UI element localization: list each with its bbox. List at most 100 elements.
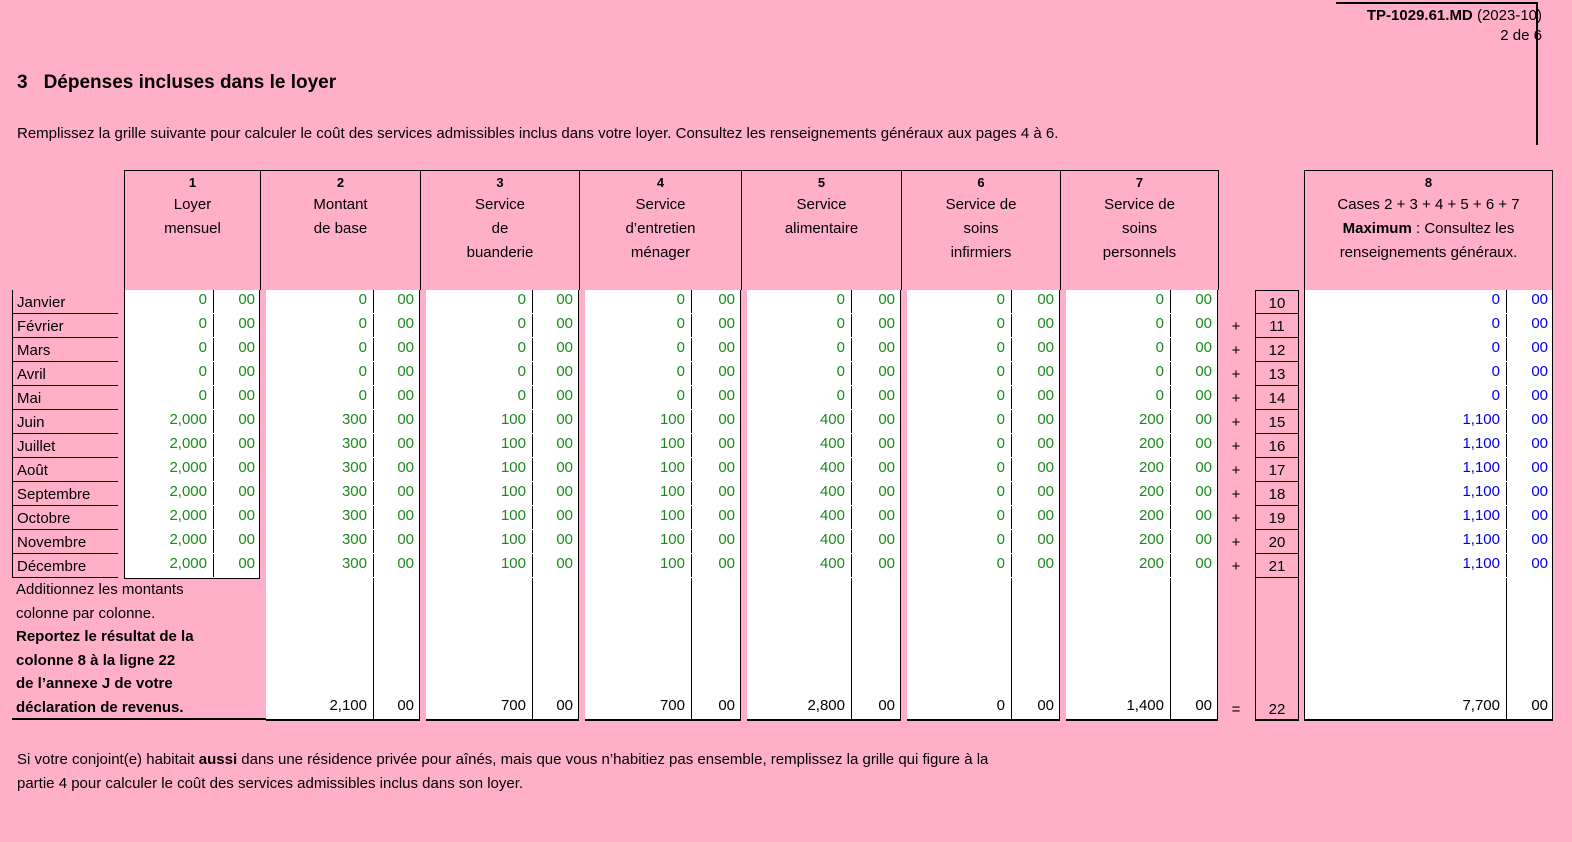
amount-field-col6[interactable]: 0 00 [907, 482, 1060, 507]
amount-field-col6[interactable]: 0 00 [907, 530, 1060, 555]
amount-field-col4[interactable]: 0 00 [585, 386, 741, 411]
amount-field-col7[interactable]: 0 00 [1066, 362, 1218, 387]
amount-field-col2[interactable]: 300 00 [266, 410, 420, 435]
total-field-col8[interactable]: 1,100 00 [1304, 554, 1553, 579]
amount-field-col5[interactable]: 0 00 [747, 290, 901, 315]
amount-field-col3[interactable]: 100 00 [426, 506, 579, 531]
column-total-5[interactable]: 2,800 00 [747, 578, 901, 721]
amount-field-col1[interactable]: 0 00 [124, 362, 260, 387]
total-field-col8[interactable]: 0 00 [1304, 386, 1553, 411]
amount-field-col5[interactable]: 400 00 [747, 410, 901, 435]
amount-field-col4[interactable]: 100 00 [585, 410, 741, 435]
amount-field-col3[interactable]: 0 00 [426, 314, 579, 339]
amount-field-col4[interactable]: 100 00 [585, 506, 741, 531]
column-total-7[interactable]: 1,400 00 [1066, 578, 1218, 721]
amount-field-col7[interactable]: 0 00 [1066, 314, 1218, 339]
amount-field-col1[interactable]: 0 00 [124, 314, 260, 339]
amount-field-col7[interactable]: 200 00 [1066, 530, 1218, 555]
amount-field-col3[interactable]: 0 00 [426, 338, 579, 363]
amount-field-col1[interactable]: 2,000 00 [124, 458, 260, 483]
amount-field-col2[interactable]: 0 00 [266, 290, 420, 315]
amount-field-col2[interactable]: 0 00 [266, 314, 420, 339]
amount-field-col3[interactable]: 100 00 [426, 554, 579, 579]
amount-field-col6[interactable]: 0 00 [907, 386, 1060, 411]
amount-field-col1[interactable]: 2,000 00 [124, 434, 260, 459]
amount-field-col5[interactable]: 0 00 [747, 314, 901, 339]
amount-field-col2[interactable]: 300 00 [266, 530, 420, 555]
amount-field-col3[interactable]: 100 00 [426, 482, 579, 507]
amount-field-col2[interactable]: 0 00 [266, 362, 420, 387]
amount-field-col7[interactable]: 200 00 [1066, 410, 1218, 435]
amount-field-col6[interactable]: 0 00 [907, 506, 1060, 531]
amount-field-col4[interactable]: 100 00 [585, 434, 741, 459]
amount-field-col7[interactable]: 200 00 [1066, 482, 1218, 507]
amount-field-col7[interactable]: 0 00 [1066, 386, 1218, 411]
amount-field-col2[interactable]: 300 00 [266, 554, 420, 579]
amount-field-col3[interactable]: 0 00 [426, 290, 579, 315]
amount-field-col2[interactable]: 300 00 [266, 434, 420, 459]
total-field-col8[interactable]: 1,100 00 [1304, 434, 1553, 459]
amount-field-col6[interactable]: 0 00 [907, 554, 1060, 579]
amount-field-col7[interactable]: 200 00 [1066, 554, 1218, 579]
amount-field-col2[interactable]: 300 00 [266, 482, 420, 507]
amount-field-col6[interactable]: 0 00 [907, 362, 1060, 387]
grand-total-col8[interactable]: 7,700 00 [1304, 578, 1553, 721]
amount-field-col6[interactable]: 0 00 [907, 290, 1060, 315]
amount-field-col5[interactable]: 0 00 [747, 362, 901, 387]
total-field-col8[interactable]: 0 00 [1304, 338, 1553, 363]
amount-field-col4[interactable]: 0 00 [585, 362, 741, 387]
amount-field-col7[interactable]: 0 00 [1066, 290, 1218, 315]
amount-field-col3[interactable]: 0 00 [426, 362, 579, 387]
amount-field-col4[interactable]: 100 00 [585, 530, 741, 555]
total-field-col8[interactable]: 0 00 [1304, 362, 1553, 387]
amount-field-col6[interactable]: 0 00 [907, 314, 1060, 339]
column-total-2[interactable]: 2,100 00 [266, 578, 420, 721]
amount-field-col2[interactable]: 300 00 [266, 458, 420, 483]
amount-field-col1[interactable]: 0 00 [124, 290, 260, 315]
total-field-col8[interactable]: 0 00 [1304, 314, 1553, 339]
amount-field-col4[interactable]: 100 00 [585, 554, 741, 579]
amount-field-col1[interactable]: 2,000 00 [124, 506, 260, 531]
amount-field-col6[interactable]: 0 00 [907, 458, 1060, 483]
amount-field-col1[interactable]: 2,000 00 [124, 530, 260, 555]
amount-field-col7[interactable]: 200 00 [1066, 434, 1218, 459]
amount-field-col5[interactable]: 400 00 [747, 506, 901, 531]
amount-field-col1[interactable]: 2,000 00 [124, 554, 260, 579]
amount-field-col5[interactable]: 400 00 [747, 554, 901, 579]
column-total-3[interactable]: 700 00 [426, 578, 579, 721]
total-field-col8[interactable]: 1,100 00 [1304, 530, 1553, 555]
amount-field-col2[interactable]: 0 00 [266, 386, 420, 411]
amount-field-col3[interactable]: 100 00 [426, 434, 579, 459]
amount-field-col5[interactable]: 400 00 [747, 482, 901, 507]
amount-field-col4[interactable]: 0 00 [585, 314, 741, 339]
amount-field-col5[interactable]: 400 00 [747, 434, 901, 459]
amount-field-col3[interactable]: 100 00 [426, 410, 579, 435]
amount-field-col3[interactable]: 100 00 [426, 458, 579, 483]
column-total-6[interactable]: 0 00 [907, 578, 1060, 721]
amount-field-col1[interactable]: 0 00 [124, 386, 260, 411]
amount-field-col4[interactable]: 100 00 [585, 482, 741, 507]
amount-field-col1[interactable]: 2,000 00 [124, 482, 260, 507]
amount-field-col7[interactable]: 200 00 [1066, 506, 1218, 531]
amount-field-col5[interactable]: 0 00 [747, 338, 901, 363]
amount-field-col1[interactable]: 0 00 [124, 338, 260, 363]
amount-field-col6[interactable]: 0 00 [907, 338, 1060, 363]
amount-field-col4[interactable]: 0 00 [585, 338, 741, 363]
amount-field-col5[interactable]: 0 00 [747, 386, 901, 411]
amount-field-col3[interactable]: 100 00 [426, 530, 579, 555]
total-field-col8[interactable]: 1,100 00 [1304, 482, 1553, 507]
amount-field-col5[interactable]: 400 00 [747, 458, 901, 483]
total-field-col8[interactable]: 1,100 00 [1304, 506, 1553, 531]
amount-field-col4[interactable]: 0 00 [585, 290, 741, 315]
amount-field-col2[interactable]: 300 00 [266, 506, 420, 531]
amount-field-col4[interactable]: 100 00 [585, 458, 741, 483]
amount-field-col5[interactable]: 400 00 [747, 530, 901, 555]
amount-field-col2[interactable]: 0 00 [266, 338, 420, 363]
total-field-col8[interactable]: 1,100 00 [1304, 410, 1553, 435]
total-field-col8[interactable]: 1,100 00 [1304, 458, 1553, 483]
amount-field-col6[interactable]: 0 00 [907, 410, 1060, 435]
amount-field-col6[interactable]: 0 00 [907, 434, 1060, 459]
amount-field-col7[interactable]: 200 00 [1066, 458, 1218, 483]
total-field-col8[interactable]: 0 00 [1304, 290, 1553, 315]
amount-field-col7[interactable]: 0 00 [1066, 338, 1218, 363]
